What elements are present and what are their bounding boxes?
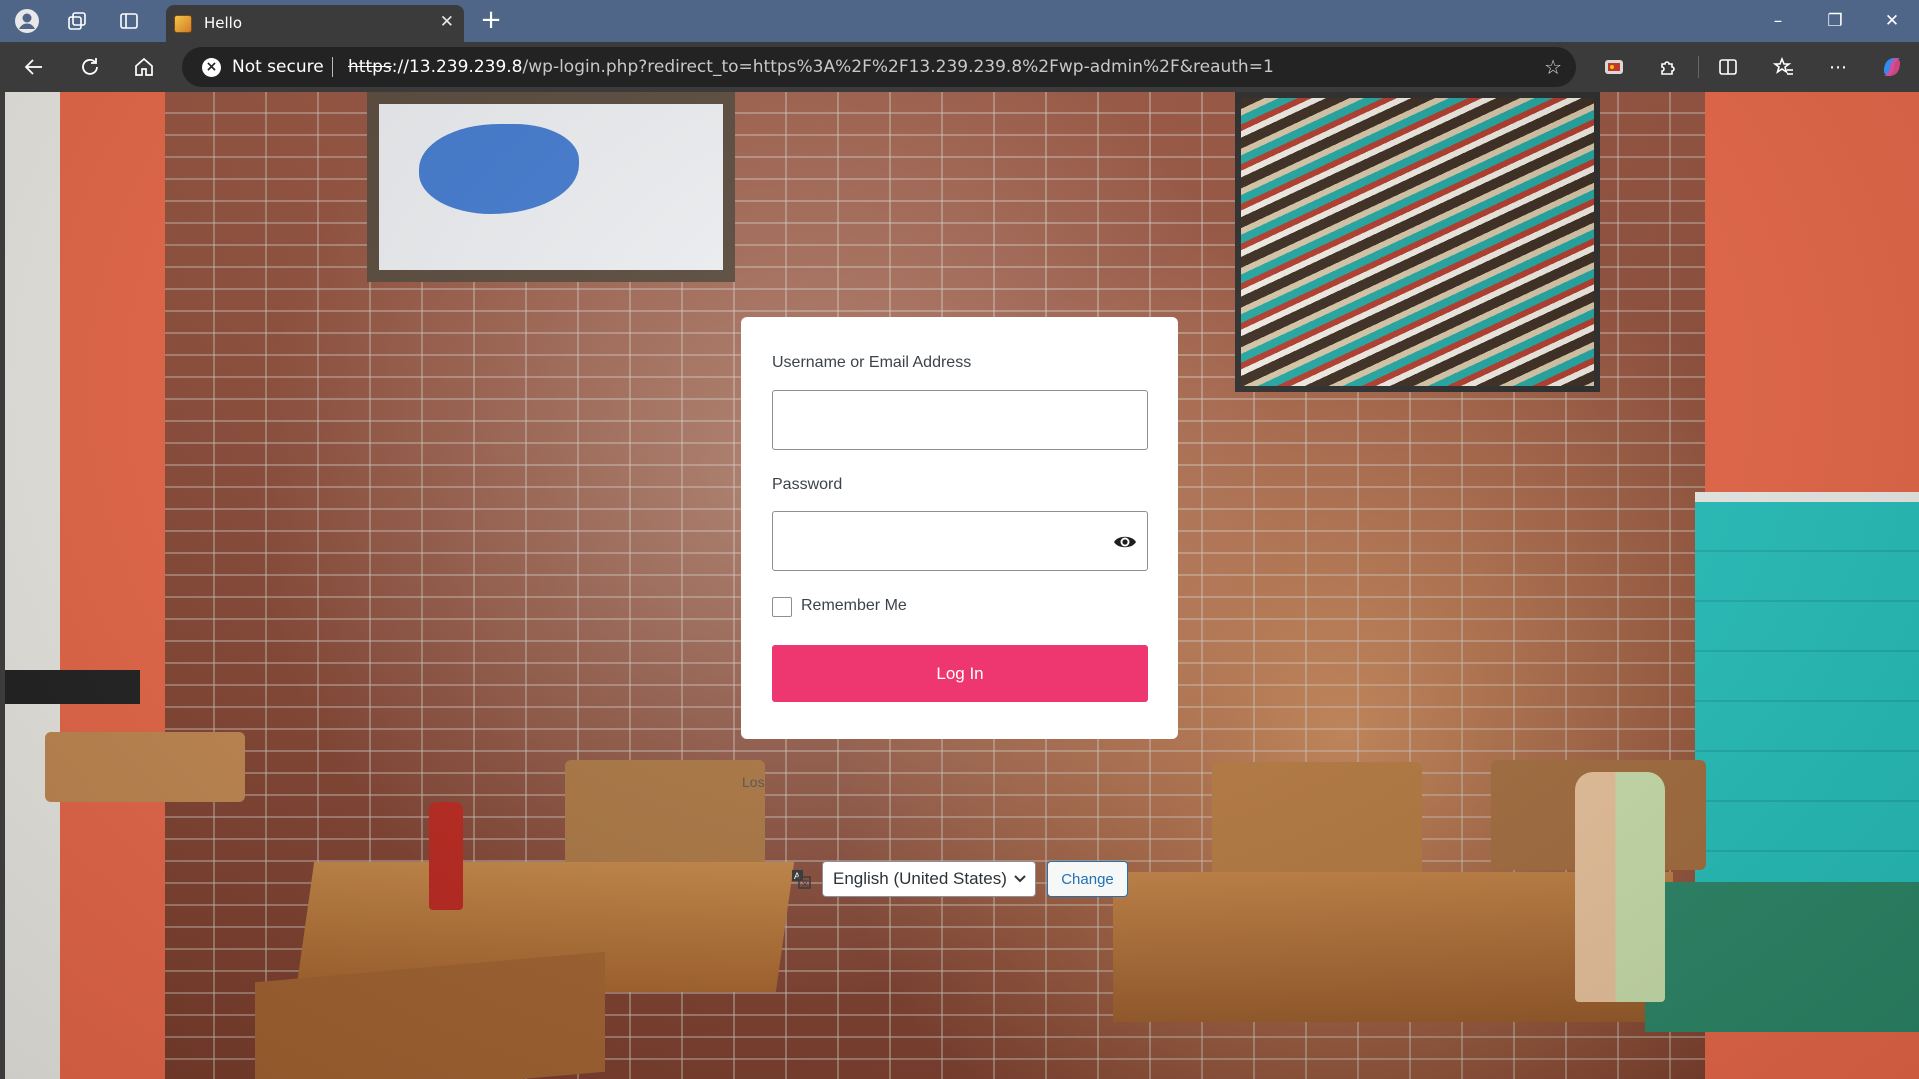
restore-button[interactable]: ❐ — [1815, 6, 1855, 36]
extensions-puzzle-icon[interactable] — [1652, 51, 1684, 83]
language-selected-value: English (United States) — [833, 869, 1007, 888]
favorite-star-icon[interactable]: ☆ — [1544, 55, 1562, 79]
more-options-icon[interactable]: ⋯ — [1822, 51, 1854, 83]
login-form: Username or Email Address Password Remem… — [741, 317, 1178, 739]
tab-hello[interactable]: Hello ✕ — [166, 5, 464, 42]
browser-toolbar: × Not secure https://13.239.239.8/wp-log… — [0, 42, 1919, 92]
language-select[interactable]: English (United States) — [822, 861, 1036, 897]
lost-password-link[interactable]: Los — [742, 774, 765, 790]
split-screen-icon[interactable] — [1712, 51, 1744, 83]
change-language-button[interactable]: Change — [1047, 861, 1128, 897]
show-password-icon[interactable] — [1113, 530, 1137, 554]
log-in-button[interactable]: Log In — [772, 645, 1148, 702]
svg-text:文: 文 — [801, 878, 809, 888]
tab-actions-icon[interactable] — [112, 5, 146, 37]
username-label: Username or Email Address — [772, 354, 972, 371]
password-field[interactable] — [772, 511, 1148, 571]
tab-title: Hello — [204, 14, 243, 32]
home-icon[interactable] — [128, 51, 160, 83]
refresh-icon[interactable] — [74, 51, 106, 83]
minimize-button[interactable]: – — [1758, 6, 1798, 36]
address-separator — [332, 57, 333, 77]
password-label: Password — [772, 476, 843, 493]
url-scheme: https — [348, 57, 392, 77]
toolbar-separator — [1698, 56, 1699, 78]
close-window-button[interactable]: ✕ — [1872, 6, 1912, 36]
site-favicon-icon — [174, 15, 192, 33]
chevron-down-icon — [1013, 862, 1027, 908]
profile-icon[interactable] — [10, 5, 44, 37]
url-text[interactable]: https://13.239.239.8/wp-login.php?redire… — [348, 57, 1274, 77]
favorites-icon[interactable] — [1768, 51, 1800, 83]
browser-titlebar: Hello ✕ + – ❐ ✕ — [0, 0, 1919, 42]
back-icon[interactable] — [18, 51, 50, 83]
url-host: ://13.239.239.8 — [391, 57, 523, 77]
username-field[interactable] — [772, 390, 1148, 450]
extension-game-icon[interactable] — [1598, 51, 1630, 83]
workspaces-icon[interactable] — [60, 5, 94, 37]
copilot-icon[interactable] — [1876, 51, 1908, 83]
address-bar[interactable]: × Not secure https://13.239.239.8/wp-log… — [182, 47, 1576, 87]
remember-me-label[interactable]: Remember Me — [801, 597, 907, 615]
security-status-label[interactable]: Not secure — [232, 57, 324, 77]
url-path: /wp-login.php?redirect_to=https%3A%2F%2F… — [522, 57, 1274, 77]
remember-me-checkbox[interactable] — [772, 597, 792, 617]
not-secure-icon[interactable]: × — [202, 58, 221, 77]
translate-icon: A文 — [790, 868, 812, 890]
new-tab-button[interactable]: + — [475, 6, 507, 36]
tab-close-icon[interactable]: ✕ — [440, 12, 454, 32]
